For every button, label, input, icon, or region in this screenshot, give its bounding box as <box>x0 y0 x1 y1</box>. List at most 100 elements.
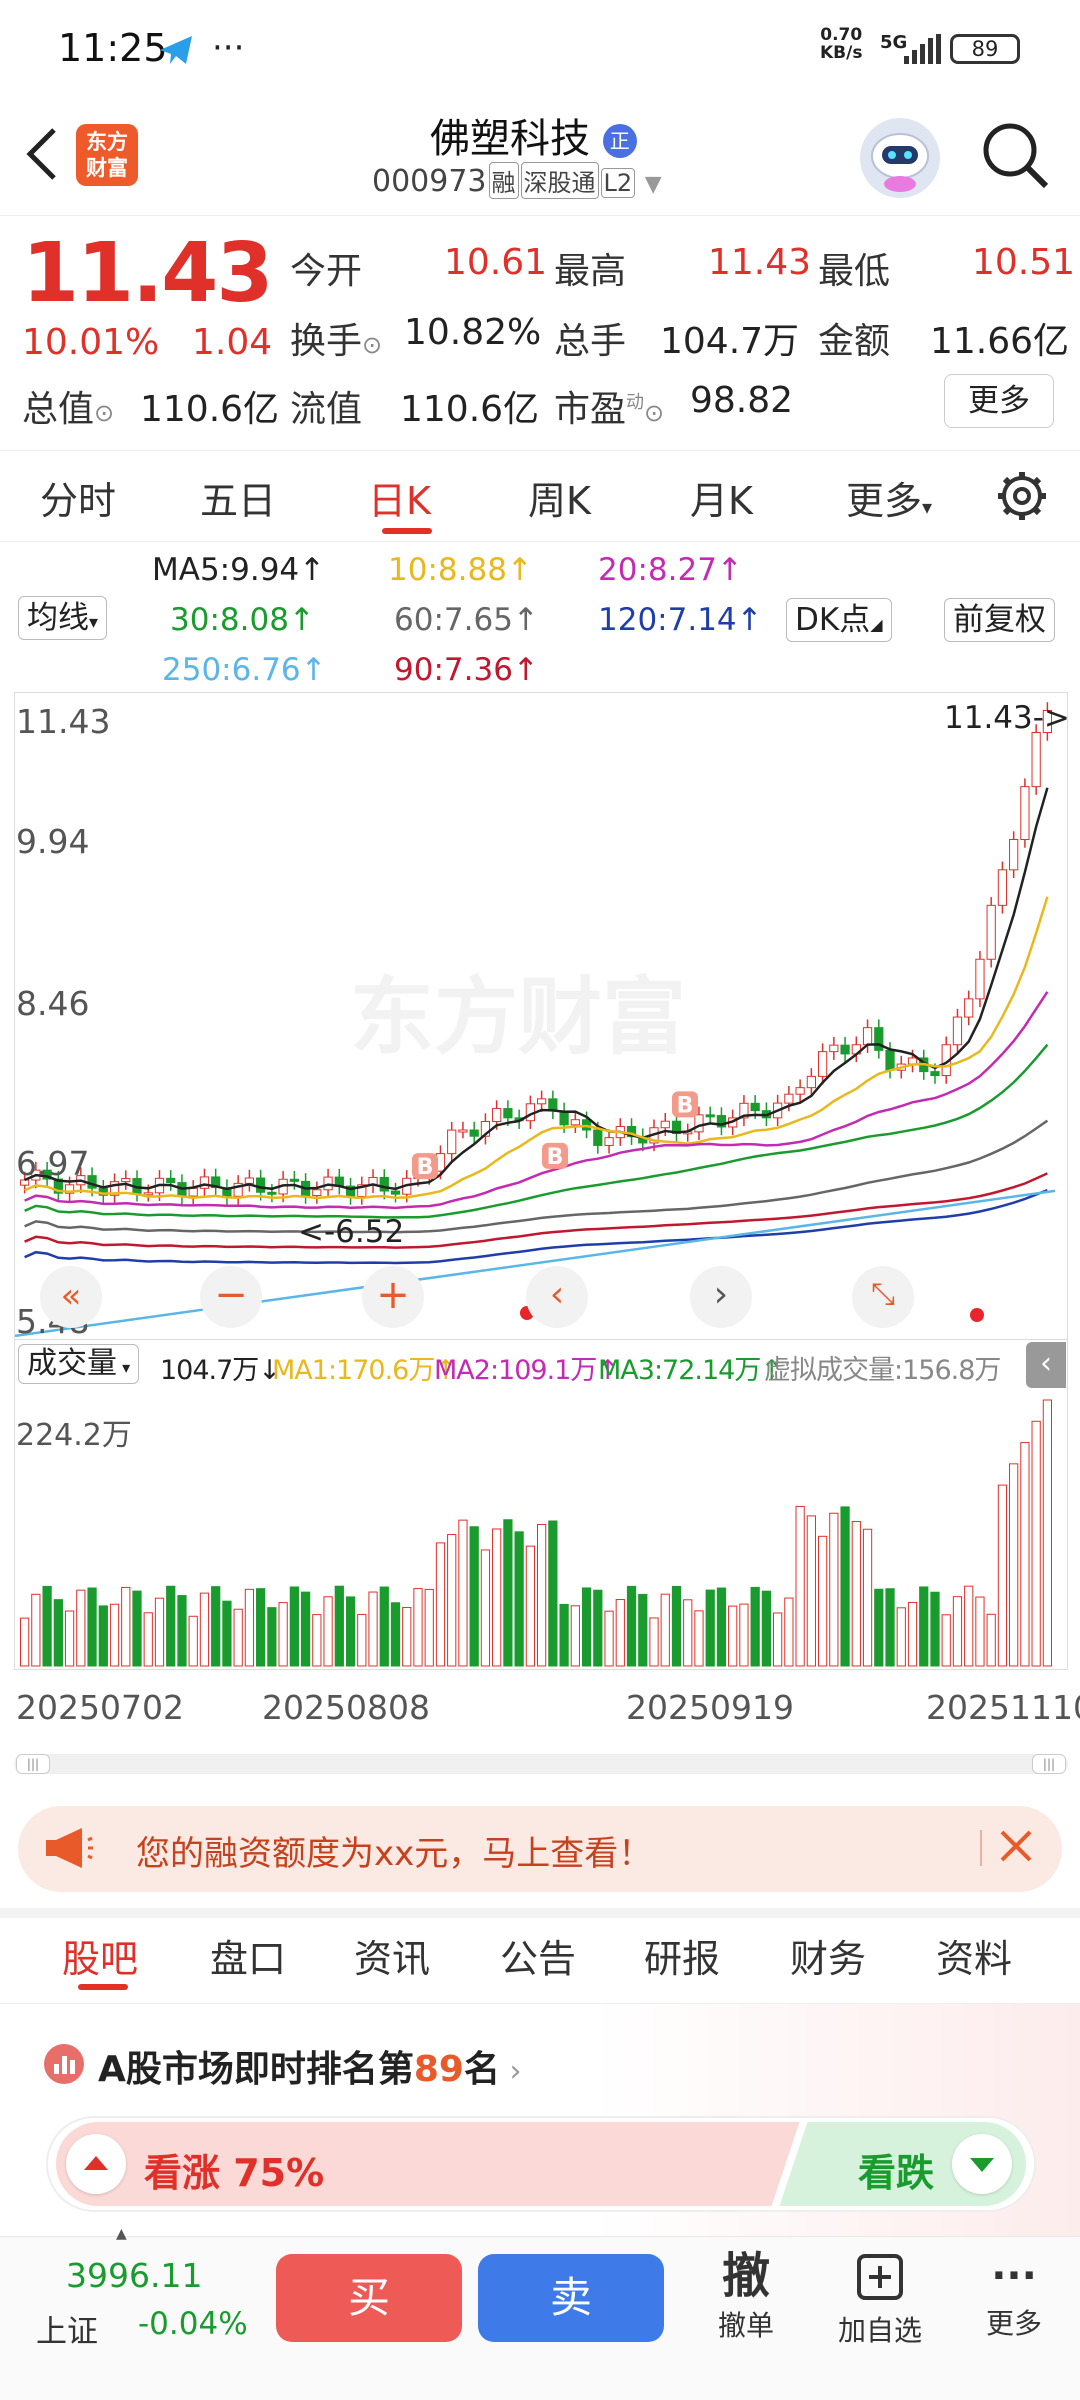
volume-bar <box>773 1612 783 1667</box>
candle-body <box>694 1114 704 1133</box>
adjust-button[interactable]: 前复权 <box>944 598 1055 642</box>
expand-icon[interactable]: ▲ <box>116 2226 127 2242</box>
candle-body <box>143 1192 153 1196</box>
volume-bar <box>64 1610 75 1667</box>
bear-label[interactable]: 看跌 <box>858 2142 934 2197</box>
tab-monthly-k[interactable]: 月K <box>690 470 753 525</box>
back-icon[interactable] <box>22 126 62 186</box>
tab-research[interactable]: 研报 <box>644 1928 720 1983</box>
low-label: 最低 <box>818 251 891 292</box>
close-icon[interactable] <box>996 1826 1036 1870</box>
candle-body <box>503 1108 513 1119</box>
tab-announcements[interactable]: 公告 <box>500 1928 576 1983</box>
volume-bar <box>683 1599 693 1667</box>
ma90-label: 90:7.36↑ <box>394 652 539 688</box>
candle-body <box>188 1187 198 1197</box>
search-icon[interactable] <box>980 120 1050 194</box>
fullscreen-icon[interactable]: ⤡ <box>852 1266 914 1328</box>
candle-body <box>930 1071 940 1077</box>
candle-body <box>267 1191 277 1195</box>
rank-text[interactable]: A股市场即时排名第89名 › <box>98 2040 522 2092</box>
banner-divider <box>980 1830 982 1866</box>
volume-bar <box>750 1586 760 1667</box>
index-change: -0.04% <box>138 2306 248 2342</box>
banner-text[interactable]: 您的融资额度为xx元，马上查看！ <box>136 1826 652 1875</box>
more-button[interactable]: ··· 更多 <box>978 2256 1050 2342</box>
volume-bar <box>649 1617 659 1667</box>
tab-profile[interactable]: 资料 <box>936 1928 1012 1983</box>
volume-bar <box>896 1607 906 1667</box>
tab-finance[interactable]: 财务 <box>790 1928 866 1983</box>
open-value: 10.61 <box>444 242 548 283</box>
assistant-avatar[interactable] <box>860 118 940 198</box>
app-logo: 东方财富 <box>76 124 138 186</box>
bull-label[interactable]: 看涨 75% <box>144 2142 324 2197</box>
sell-button[interactable]: 卖 <box>478 2254 664 2342</box>
candle-body <box>458 1129 468 1133</box>
volume-bar <box>480 1549 491 1667</box>
volume-bar <box>952 1596 963 1667</box>
settings-icon[interactable] <box>996 470 1048 526</box>
scroll-handle-right[interactable]: ||| <box>1032 1754 1066 1774</box>
signal-icon <box>904 34 944 68</box>
ma-selector[interactable]: 均线▾ <box>18 596 108 640</box>
tab-news[interactable]: 资讯 <box>354 1928 430 1983</box>
candle-body <box>750 1102 760 1112</box>
candle-body <box>570 1119 580 1126</box>
cancel-order-button[interactable]: 撤撤单 <box>708 2248 784 2344</box>
volume-bar <box>20 1617 30 1667</box>
volume-bar <box>458 1519 468 1667</box>
zoom-out-icon[interactable]: − <box>200 1266 262 1328</box>
buy-button[interactable]: 买 <box>276 2254 462 2342</box>
marker-dot-2 <box>970 1308 984 1322</box>
volume-bar <box>851 1521 861 1667</box>
badge-icon: 正 <box>602 124 637 158</box>
volume-bar <box>1009 1463 1019 1667</box>
volume-bar <box>334 1585 344 1667</box>
volume-bar <box>537 1524 547 1667</box>
tab-more[interactable]: 更多▾ <box>846 470 932 525</box>
tab-intraday[interactable]: 分时 <box>40 470 116 525</box>
add-watchlist-button[interactable]: 加自选 <box>830 2252 930 2349</box>
candle-body <box>312 1189 322 1197</box>
tab-daily-k[interactable]: 日K <box>368 470 431 525</box>
prev-icon[interactable]: ‹ <box>526 1266 588 1328</box>
volume-bar <box>941 1614 951 1667</box>
volume-bar <box>1031 1420 1041 1667</box>
tab-weekly-k[interactable]: 周K <box>528 470 591 525</box>
volume-bar <box>345 1596 356 1667</box>
next-icon[interactable]: › <box>690 1266 752 1328</box>
status-bar: 11:25 ··· 0.70 KB/s 5G 89 <box>0 0 1080 98</box>
amount-value: 11.66亿 <box>930 321 1070 362</box>
candle-body <box>986 904 996 960</box>
index-value[interactable]: 3996.11 <box>66 2256 202 2295</box>
volume-bar <box>492 1528 502 1667</box>
rewind-icon[interactable]: « <box>40 1266 102 1328</box>
dk-point-button[interactable]: DK点◢ <box>786 598 892 642</box>
ma-line <box>24 1189 1048 1265</box>
more-quote-button[interactable]: 更多 <box>944 374 1054 428</box>
date-1: 20250702 <box>16 1688 184 1727</box>
volume-chart[interactable] <box>14 1340 1068 1670</box>
timeline-scrollbar[interactable]: ||| ||| <box>14 1754 1068 1774</box>
tab-guba[interactable]: 股吧 <box>62 1928 138 1983</box>
pe-value: 98.82 <box>690 380 794 421</box>
tab-five-day[interactable]: 五日 <box>200 470 276 525</box>
zoom-in-icon[interactable]: + <box>362 1266 424 1328</box>
bull-arrow-icon[interactable] <box>66 2134 126 2194</box>
low-value: 10.51 <box>972 242 1076 283</box>
tab-pankou[interactable]: 盘口 <box>210 1928 286 1983</box>
volume-bar <box>604 1610 614 1667</box>
min-marker: <-6.52 <box>298 1214 405 1250</box>
open-label: 今开 <box>290 251 363 292</box>
volume-bar <box>930 1591 940 1667</box>
cancel-order-icon: 撤 <box>721 2248 770 2304</box>
bear-arrow-icon[interactable] <box>952 2134 1012 2194</box>
turnover-value: 10.82% <box>404 312 542 353</box>
y-label-max: 11.43 <box>16 702 111 741</box>
volume-bar <box>784 1597 794 1667</box>
scroll-handle-left[interactable]: ||| <box>16 1754 50 1774</box>
stock-code[interactable]: 000973 融深股通 L2 ▼ <box>372 162 662 199</box>
volume-bar <box>244 1588 255 1667</box>
volume-bar <box>323 1596 333 1667</box>
